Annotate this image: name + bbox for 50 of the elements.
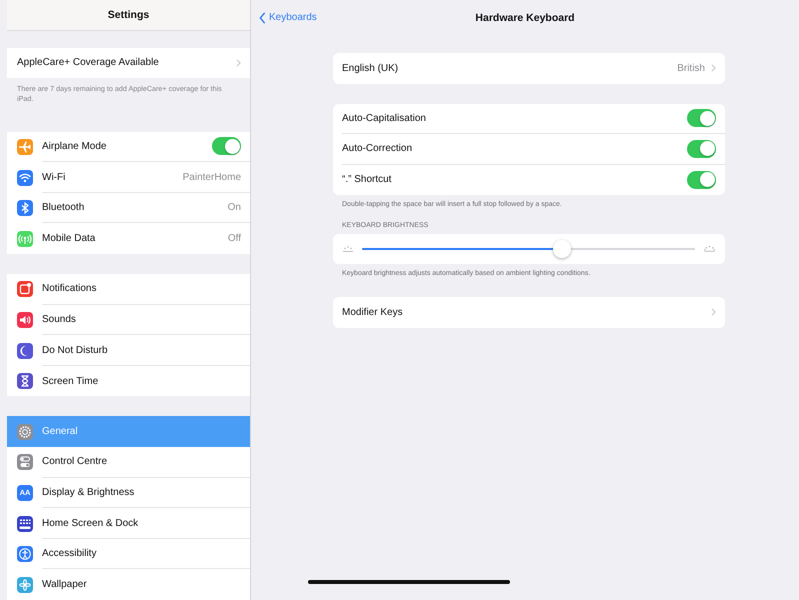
toggle-switch[interactable] [687,140,716,158]
row-label: Screen Time [42,376,98,387]
row-value: British [677,62,705,74]
row-label: Control Centre [42,456,108,468]
chevron-icon [711,308,716,316]
row-label: Mobile Data [42,233,96,244]
row-label: Modifier Keys [342,306,404,318]
row-label: Sounds [42,314,76,325]
row-label: Wallpaper [42,579,87,590]
row-value: Off [228,233,241,244]
row-label: “.” Shortcut [342,174,392,186]
settings-row[interactable]: Wallpaper [7,569,250,600]
slider-thumb[interactable] [552,240,571,258]
settings-row[interactable]: Airplane Mode [7,132,250,162]
toggle-switch[interactable] [212,137,241,156]
row-label: Auto-Correction [342,143,414,154]
row-label: Notifications [42,283,96,294]
row-label: Bluetooth [42,202,84,214]
row-label: Airplane Mode [42,140,106,152]
row-label: Accessibility [42,548,96,560]
settings-row[interactable]: Mobile Data Off [7,223,250,254]
row-label: Display & Brightness [42,486,134,498]
dim-light-icon [342,245,354,253]
chevron-icon [711,64,716,72]
row-label: Home Screen & Dock [42,518,138,529]
bright-light-icon [703,245,716,253]
row-value: On [228,202,241,214]
row-label: Do Not Disturb [42,344,108,356]
settings-row[interactable]: Sounds [7,304,250,336]
settings-row[interactable]: Notifications [7,274,250,305]
settings-row[interactable]: Accessibility [7,538,250,570]
row-label: English (UK) [342,62,400,74]
chevron-icon [236,58,241,67]
toggle-switch[interactable] [687,170,716,189]
settings-row[interactable]: Do Not Disturb [7,335,250,366]
settings-row[interactable]: Home Screen & Dock [7,508,250,539]
back-chevron-icon [259,12,266,24]
row-value: PainterHome [182,172,241,183]
row-label: AppleCare+ Coverage Available [17,57,159,68]
sidebar-title: Settings [108,8,150,21]
toggle-switch[interactable] [687,109,716,128]
settings-row[interactable]: Screen Time [7,366,250,396]
settings-row[interactable]: Control Centre [7,447,250,478]
settings-row[interactable]: AppleCare+ Coverage Available [7,48,250,78]
row-label: Wi-Fi [42,172,66,183]
page-title: Hardware Keyboard [475,12,575,24]
settings-row[interactable]: Wi-Fi PainterHome [7,162,250,193]
row-label: Auto-Capitalisation [342,112,427,124]
row-label: General [42,426,78,438]
settings-row[interactable]: Bluetooth On [7,192,250,224]
